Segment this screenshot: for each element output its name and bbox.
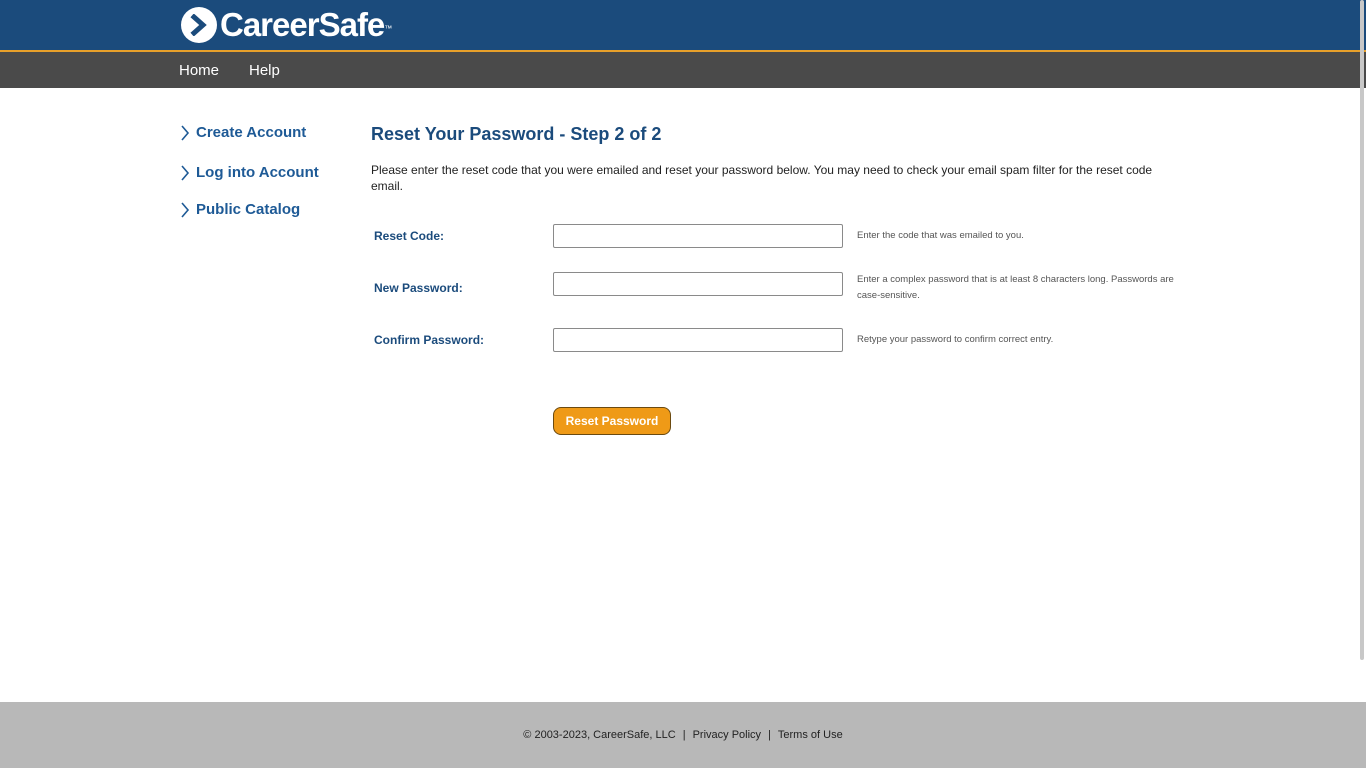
footer: © 2003-2023, CareerSafe, LLC | Privacy P… xyxy=(0,702,1366,768)
chevron-right-icon xyxy=(181,164,190,181)
header-bar: CareerSafe™ xyxy=(0,0,1366,52)
new-password-input[interactable] xyxy=(553,272,843,296)
sidebar-item-label: Log into Account xyxy=(196,164,319,181)
reset-code-hint: Enter the code that was emailed to you. xyxy=(857,230,1024,241)
logo-wordmark: CareerSafe™ xyxy=(220,6,392,44)
page-title: Reset Your Password - Step 2 of 2 xyxy=(371,124,662,144)
terms-of-use-link[interactable]: Terms of Use xyxy=(778,729,843,741)
careersafe-logo[interactable]: CareerSafe™ xyxy=(181,6,392,44)
confirm-password-hint: Retype your password to confirm correct … xyxy=(857,334,1054,345)
footer-separator: | xyxy=(682,729,686,741)
footer-copyright: © 2003-2023, CareerSafe, LLC xyxy=(523,729,676,741)
logo-name: CareerSafe xyxy=(220,6,385,43)
chevron-right-icon xyxy=(181,201,190,218)
intro-text: Please enter the reset code that you wer… xyxy=(371,163,1153,193)
sidebar-item-label: Create Account xyxy=(196,124,307,141)
new-password-label: New Password: xyxy=(374,281,463,295)
main-nav: Home Help xyxy=(0,52,1366,88)
nav-help-link[interactable]: Help xyxy=(249,52,280,88)
reset-code-label: Reset Code: xyxy=(374,229,445,243)
sidebar-item-log-into-account[interactable]: Log into Account xyxy=(180,164,319,181)
chevron-right-icon xyxy=(181,124,190,141)
sidebar-item-public-catalog[interactable]: Public Catalog xyxy=(180,201,300,218)
sidebar-item-create-account[interactable]: Create Account xyxy=(180,124,306,141)
privacy-policy-link[interactable]: Privacy Policy xyxy=(693,729,761,741)
confirm-password-label: Confirm Password: xyxy=(374,333,485,347)
reset-code-input[interactable] xyxy=(553,224,843,248)
nav-home-link[interactable]: Home xyxy=(179,52,219,88)
trademark-mark: ™ xyxy=(384,24,393,33)
page-scrollbar[interactable] xyxy=(1360,0,1364,660)
reset-password-button[interactable]: Reset Password xyxy=(553,407,671,435)
new-password-hint: Enter a complex password that is at leas… xyxy=(857,274,1174,301)
confirm-password-input[interactable] xyxy=(553,328,843,352)
logo-arrow-icon xyxy=(181,7,217,43)
sidebar-item-label: Public Catalog xyxy=(196,201,301,218)
footer-separator: | xyxy=(768,729,771,741)
